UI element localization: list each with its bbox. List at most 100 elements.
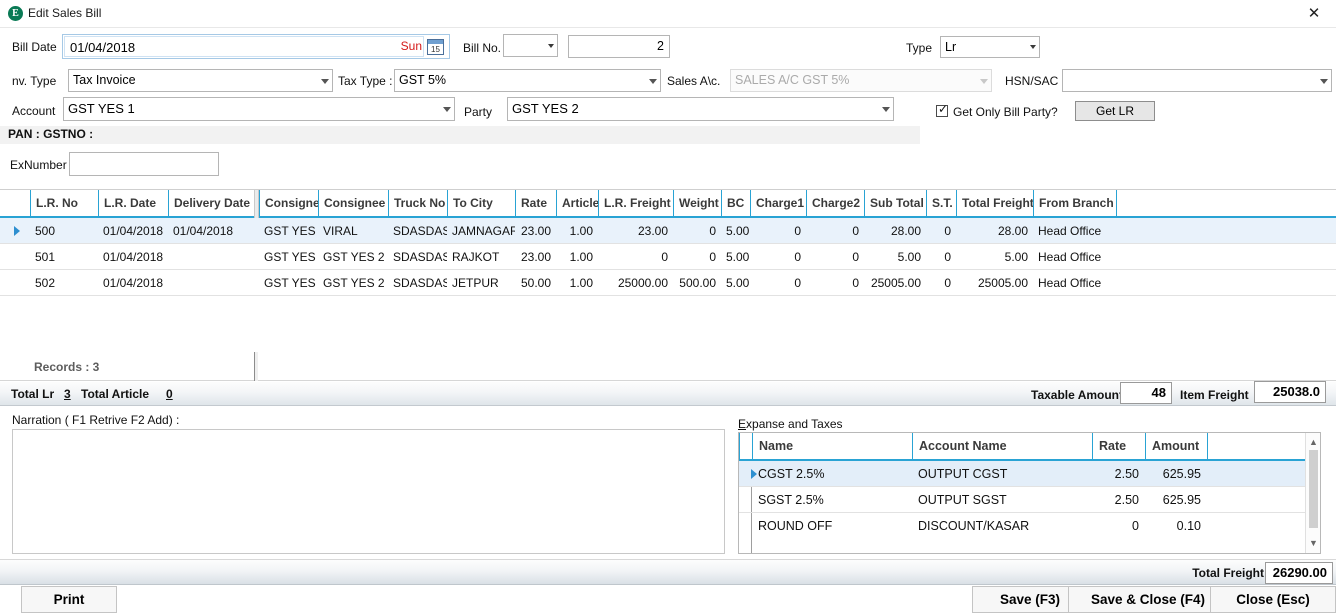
calendar-icon[interactable]: 15 [427, 39, 444, 55]
button-bar: Print Save (F3) Save & Close (F4) Close … [0, 586, 1336, 614]
cell-total-freight: 5.00 [956, 244, 1033, 270]
bill-no-input[interactable]: 2 [568, 35, 670, 58]
lr-grid-col-from-branch[interactable]: From Branch [1033, 190, 1116, 217]
cell-article: 1.00 [556, 270, 598, 296]
expense-taxes-grid[interactable]: Name Account Name Rate Amount CGST 2.5% … [738, 432, 1321, 554]
total-lr-label: Total Lr [11, 387, 54, 401]
cell-consignee: GST YES 2 [318, 244, 388, 270]
lr-grid-col-charge1[interactable]: Charge1 [750, 190, 806, 217]
lr-grid-col-to-city[interactable]: To City [447, 190, 515, 217]
cell-sub-total: 5.00 [864, 244, 926, 270]
expense-cell-account-name: OUTPUT CGST [912, 461, 1092, 487]
cell-consigner: GST YES 1 [259, 270, 318, 296]
type-dropdown[interactable]: Lr [940, 36, 1040, 58]
lr-grid-col-total-freight[interactable]: Total Freight [956, 190, 1033, 217]
pan-gstno-bar [0, 126, 920, 144]
exnumber-input[interactable] [69, 152, 219, 176]
cell-lr-freight: 25000.00 [598, 270, 673, 296]
narration-input[interactable] [12, 429, 725, 554]
lr-grid-col-lr-freight[interactable]: L.R. Freight [598, 190, 673, 217]
account-dropdown[interactable]: GST YES 1 [63, 97, 455, 121]
bill-date-input[interactable]: 01/04/2018 [64, 36, 424, 57]
expense-cell-rate: 0 [1092, 513, 1145, 530]
bill-no-prefix-dropdown[interactable] [503, 34, 558, 57]
taxable-amount-value: 48 [1120, 382, 1172, 404]
table-row[interactable]: 501 01/04/2018 GST YES 1 GST YES 2 SDASD… [0, 244, 1336, 270]
get-lr-button[interactable]: Get LR [1075, 101, 1155, 121]
hsn-sac-dropdown[interactable] [1062, 69, 1332, 92]
get-only-bill-party-label: Get Only Bill Party? [953, 105, 1058, 119]
cell-lr-date: 01/04/2018 [98, 244, 168, 270]
tax-type-dropdown[interactable]: GST 5% [394, 69, 661, 92]
lr-grid-col-truck-no[interactable]: Truck No [388, 190, 447, 217]
expense-col-rate[interactable]: Rate [1092, 433, 1145, 460]
lr-grid-col-weight[interactable]: Weight [673, 190, 721, 217]
party-label: Party [464, 105, 492, 119]
row-indicator-icon [14, 226, 20, 236]
expense-col-amount[interactable]: Amount [1145, 433, 1207, 460]
lr-grid-col-sub-total[interactable]: Sub Total [864, 190, 926, 217]
cell-truck-no: SDASDAS [388, 270, 447, 296]
expense-col-name[interactable]: Name [752, 433, 912, 460]
cell-delivery-date: 01/04/2018 [168, 218, 254, 244]
cell-lr-no: 502 [30, 270, 98, 296]
cell-to-city: JAMNAGAR [447, 218, 515, 244]
list-item[interactable]: ROUND OFF DISCOUNT/KASAR 0 0.10 [739, 513, 1320, 530]
lr-grid-column-splitter[interactable] [254, 190, 259, 218]
close-icon[interactable]: ✕ [1292, 0, 1336, 28]
party-dropdown[interactable]: GST YES 2 [507, 97, 894, 121]
bill-date-weekday: Sun [401, 39, 422, 53]
expense-grid-header: Name Account Name Rate Amount [739, 433, 1320, 461]
records-divider [254, 352, 258, 381]
cell-truck-no: SDASDAS [388, 218, 447, 244]
bill-date-field[interactable]: 01/04/2018 Sun 15 [62, 34, 450, 59]
scroll-up-icon[interactable]: ▲ [1306, 435, 1321, 450]
cell-from-branch: Head Office [1033, 270, 1116, 296]
lr-grid-col-lr-date[interactable]: L.R. Date [98, 190, 168, 217]
title-bar: E Edit Sales Bill ✕ [0, 0, 1336, 28]
lr-grid-col-consigner[interactable]: Consigner [259, 190, 318, 217]
app-green-e-icon: E [8, 6, 23, 21]
cell-lr-no: 501 [30, 244, 98, 270]
close-button[interactable]: Close (Esc) [1210, 586, 1336, 613]
list-item[interactable]: SGST 2.5% OUTPUT SGST 2.50 625.95 [739, 487, 1320, 513]
lr-grid-col-article[interactable]: Article [556, 190, 598, 217]
sales-ac-dropdown: SALES A/C GST 5% [730, 69, 992, 92]
expense-col-account-name[interactable]: Account Name [912, 433, 1092, 460]
hsn-sac-label: HSN/SAC [1005, 74, 1058, 88]
records-strip [0, 352, 1336, 381]
expense-scrollbar[interactable]: ▲ ▼ [1305, 433, 1320, 553]
expense-cell-name: CGST 2.5% [752, 461, 912, 487]
lr-grid-col-delivery-date[interactable]: Delivery Date [168, 190, 254, 217]
expense-cell-name: SGST 2.5% [752, 487, 912, 513]
total-freight-value: 26290.00 [1265, 562, 1333, 584]
sales-ac-label: Sales A\c. [667, 74, 720, 88]
get-only-bill-party-checkbox[interactable]: ✓ [936, 105, 948, 117]
save-close-button[interactable]: Save & Close (F4) [1068, 586, 1228, 613]
lr-grid[interactable]: L.R. No L.R. Date Delivery Date Consigne… [0, 189, 1336, 299]
cell-truck-no: SDASDAS [388, 244, 447, 270]
cell-charge1: 0 [750, 218, 806, 244]
lr-grid-col-charge2[interactable]: Charge2 [806, 190, 864, 217]
lr-grid-col-bc[interactable]: BC [721, 190, 750, 217]
lr-grid-col-indicator [0, 190, 30, 217]
lr-grid-col-rate[interactable]: Rate [515, 190, 556, 217]
scroll-down-icon[interactable]: ▼ [1306, 536, 1321, 551]
cell-lr-date: 01/04/2018 [98, 270, 168, 296]
inv-type-dropdown[interactable]: Tax Invoice [68, 69, 333, 92]
item-freight-value: 25038.0 [1254, 381, 1326, 403]
bill-no-label: Bill No. [463, 41, 501, 55]
cell-from-branch: Head Office [1033, 218, 1116, 244]
scrollbar-thumb[interactable] [1309, 450, 1318, 528]
exnumber-label: ExNumber [10, 158, 67, 172]
print-button[interactable]: Print [21, 586, 117, 613]
expense-col-filler [1207, 433, 1306, 460]
lr-grid-col-consignee[interactable]: Consignee [318, 190, 388, 217]
table-row[interactable]: 500 01/04/2018 01/04/2018 GST YES 2 VIRA… [0, 218, 1336, 244]
expense-cell-rate: 2.50 [1092, 487, 1145, 513]
list-item[interactable]: CGST 2.5% OUTPUT CGST 2.50 625.95 [739, 461, 1320, 487]
lr-grid-col-lr-no[interactable]: L.R. No [30, 190, 98, 217]
lr-grid-col-st[interactable]: S.T. [926, 190, 956, 217]
table-row[interactable]: 502 01/04/2018 GST YES 1 GST YES 2 SDASD… [0, 270, 1336, 296]
cell-consignee: VIRAL [318, 218, 388, 244]
